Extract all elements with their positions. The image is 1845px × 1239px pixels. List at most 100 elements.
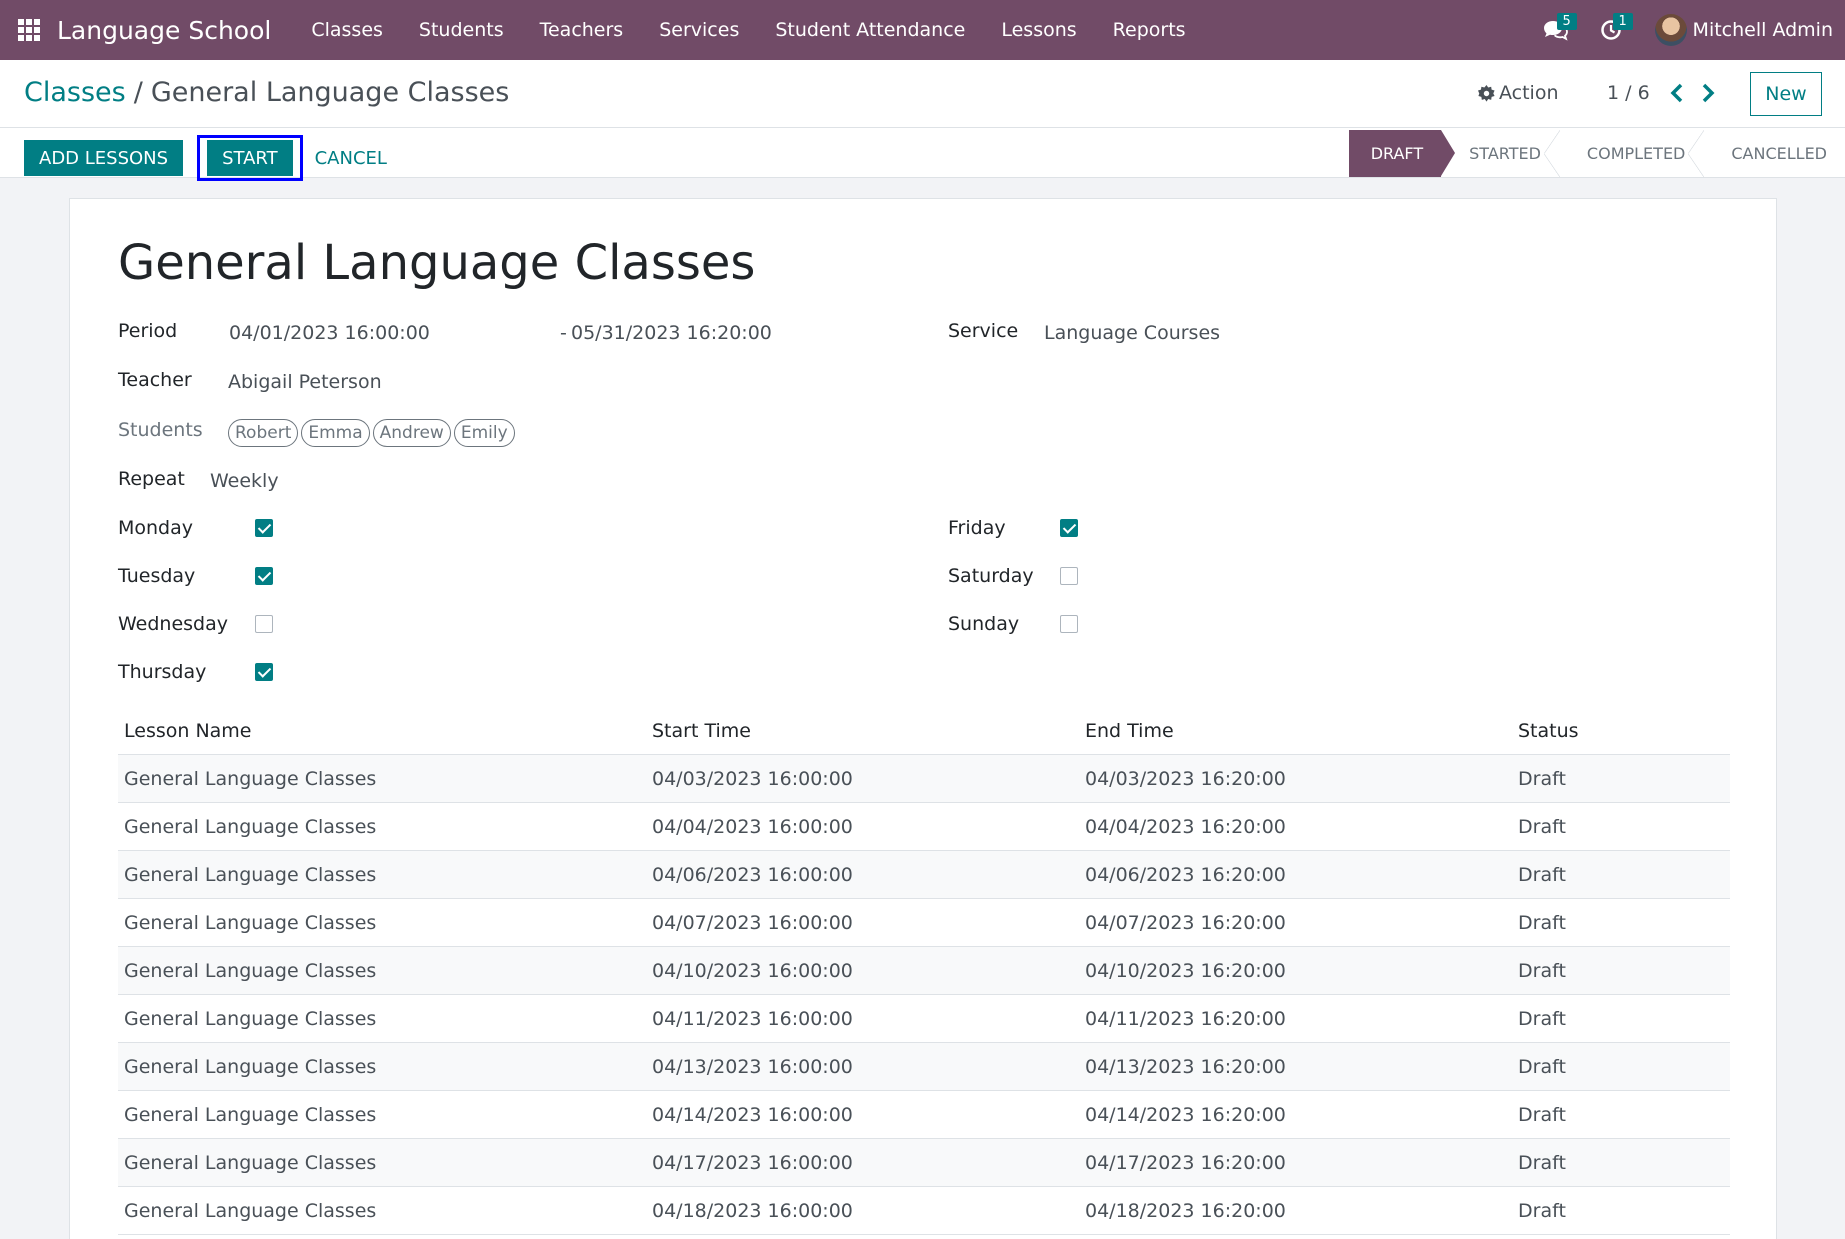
repeat-label: Repeat: [118, 468, 185, 490]
period-end-field[interactable]: 05/31/2023 16:20:00: [571, 322, 772, 344]
table-row[interactable]: General Language Classes 04/10/2023 16:00…: [118, 947, 1730, 995]
breadcrumb-current: General Language Classes: [150, 77, 510, 108]
status-cell: Draft: [1518, 959, 1566, 982]
apps-menu-icon[interactable]: [18, 19, 40, 41]
lesson-name-cell: General Language Classes: [124, 1007, 377, 1030]
menu-services[interactable]: Services: [659, 19, 739, 41]
start-time-cell: 04/17/2023 16:00:00: [652, 1151, 853, 1174]
wednesday-checkbox[interactable]: [255, 615, 273, 633]
start-time-cell: 04/03/2023 16:00:00: [652, 767, 853, 790]
thursday-checkbox[interactable]: [255, 663, 273, 681]
monday-checkbox[interactable]: [255, 519, 273, 537]
table-row[interactable]: General Language Classes 04/17/2023 16:00…: [118, 1139, 1730, 1187]
lesson-name-cell: General Language Classes: [124, 1151, 377, 1174]
menu-student-attendance[interactable]: Student Attendance: [775, 19, 965, 41]
period-start-field[interactable]: 04/01/2023 16:00:00: [229, 322, 430, 344]
stage-cancelled[interactable]: CANCELLED: [1703, 130, 1845, 177]
end-time-cell: 04/18/2023 16:20:00: [1085, 1199, 1286, 1222]
student-tag[interactable]: Andrew: [372, 419, 451, 447]
lesson-name-cell: General Language Classes: [124, 911, 377, 934]
end-time-cell: 04/03/2023 16:20:00: [1085, 767, 1286, 790]
menu-classes[interactable]: Classes: [311, 19, 383, 41]
repeat-field[interactable]: Weekly: [210, 470, 279, 492]
activities-count-badge: 1: [1612, 13, 1633, 30]
saturday-checkbox[interactable]: [1060, 567, 1078, 585]
pager-next-button[interactable]: [1699, 82, 1717, 108]
end-time-cell: 04/10/2023 16:20:00: [1085, 959, 1286, 982]
chevron-right-icon: [1702, 83, 1715, 103]
start-time-cell: 04/10/2023 16:00:00: [652, 959, 853, 982]
tuesday-checkbox[interactable]: [255, 567, 273, 585]
start-button[interactable]: START: [207, 140, 293, 176]
lesson-name-cell: General Language Classes: [124, 1103, 377, 1126]
start-time-cell: 04/18/2023 16:00:00: [652, 1199, 853, 1222]
gear-icon: [1478, 84, 1495, 102]
action-label: Action: [1499, 82, 1559, 104]
teacher-field[interactable]: Abigail Peterson: [228, 371, 382, 393]
sunday-checkbox[interactable]: [1060, 615, 1078, 633]
teacher-label: Teacher: [118, 369, 192, 391]
stage-completed[interactable]: COMPLETED: [1559, 130, 1705, 177]
chevron-left-icon: [1670, 83, 1683, 103]
table-body: General Language Classes 04/03/2023 16:00…: [118, 755, 1730, 1235]
menu-lessons[interactable]: Lessons: [1001, 19, 1076, 41]
column-header-status[interactable]: Status: [1518, 720, 1730, 742]
activities-button[interactable]: 1: [1583, 0, 1639, 60]
record-title[interactable]: General Language Classes: [118, 235, 755, 291]
menu-students[interactable]: Students: [419, 19, 504, 41]
stage-started[interactable]: STARTED: [1441, 130, 1560, 177]
table-row[interactable]: General Language Classes 04/07/2023 16:00…: [118, 899, 1730, 947]
breadcrumb-separator: /: [133, 77, 143, 108]
student-tag[interactable]: Emma: [301, 419, 370, 447]
friday-label: Friday: [948, 517, 1006, 539]
students-tags: Robert Emma Andrew Emily: [228, 419, 518, 447]
table-row[interactable]: General Language Classes 04/14/2023 16:00…: [118, 1091, 1730, 1139]
lesson-name-cell: General Language Classes: [124, 1199, 377, 1222]
sunday-label: Sunday: [948, 613, 1020, 635]
end-time-cell: 04/17/2023 16:20:00: [1085, 1151, 1286, 1174]
stage-draft[interactable]: DRAFT: [1348, 130, 1456, 177]
lessons-table: Lesson Name Start Time End Time Status G…: [118, 707, 1730, 1235]
new-button[interactable]: New: [1750, 72, 1822, 116]
period-dash: -: [560, 322, 567, 344]
add-lessons-button[interactable]: ADD LESSONS: [24, 140, 184, 176]
messages-button[interactable]: 5: [1527, 0, 1583, 60]
control-panel-divider: [0, 127, 1845, 128]
column-header-lesson-name[interactable]: Lesson Name: [118, 720, 652, 742]
app-name[interactable]: Language School: [57, 16, 271, 45]
table-row[interactable]: General Language Classes 04/04/2023 16:00…: [118, 803, 1730, 851]
lesson-name-cell: General Language Classes: [124, 1055, 377, 1078]
breadcrumb-classes-link[interactable]: Classes: [24, 77, 126, 108]
pager-previous-button[interactable]: [1668, 82, 1686, 108]
column-header-start-time[interactable]: Start Time: [652, 720, 1085, 742]
start-time-cell: 04/04/2023 16:00:00: [652, 815, 853, 838]
action-menu-button[interactable]: Action: [1478, 82, 1559, 104]
lesson-name-cell: General Language Classes: [124, 959, 377, 982]
user-menu[interactable]: Mitchell Admin: [1654, 14, 1833, 46]
header-buttons: ADD LESSONS START CANCEL: [24, 135, 399, 181]
menu-reports[interactable]: Reports: [1113, 19, 1186, 41]
pager-value[interactable]: 1 / 6: [1607, 82, 1650, 104]
table-row[interactable]: General Language Classes 04/13/2023 16:00…: [118, 1043, 1730, 1091]
column-header-end-time[interactable]: End Time: [1085, 720, 1518, 742]
friday-checkbox[interactable]: [1060, 519, 1078, 537]
service-field[interactable]: Language Courses: [1044, 322, 1220, 344]
messages-count-badge: 5: [1556, 13, 1577, 30]
student-tag[interactable]: Robert: [228, 419, 299, 447]
user-name: Mitchell Admin: [1692, 19, 1833, 41]
table-row[interactable]: General Language Classes 04/11/2023 16:00…: [118, 995, 1730, 1043]
status-cell: Draft: [1518, 1103, 1566, 1126]
student-tag[interactable]: Emily: [453, 419, 515, 447]
menu-teachers[interactable]: Teachers: [540, 19, 624, 41]
cancel-button[interactable]: CANCEL: [303, 140, 399, 176]
saturday-label: Saturday: [948, 565, 1034, 587]
wednesday-label: Wednesday: [118, 613, 229, 635]
lesson-name-cell: General Language Classes: [124, 863, 377, 886]
table-row[interactable]: General Language Classes 04/06/2023 16:00…: [118, 851, 1730, 899]
control-panel: Classes / General Language Classes Action …: [0, 60, 1845, 181]
period-label: Period: [118, 320, 178, 342]
status-cell: Draft: [1518, 1055, 1566, 1078]
table-row[interactable]: General Language Classes 04/03/2023 16:00…: [118, 755, 1730, 803]
form-sheet: General Language Classes Period 04/01/20…: [69, 198, 1777, 1239]
table-row[interactable]: General Language Classes 04/18/2023 16:00…: [118, 1187, 1730, 1235]
